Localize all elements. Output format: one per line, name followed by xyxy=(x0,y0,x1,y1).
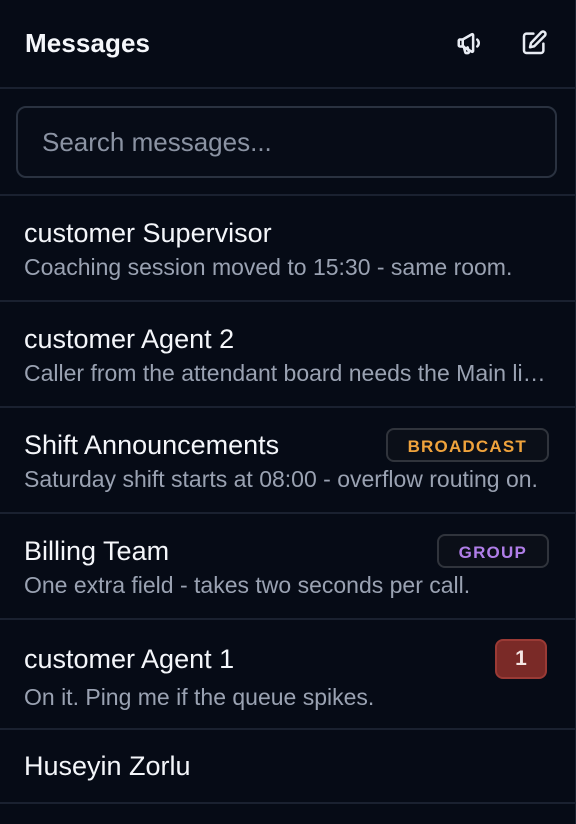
search-input[interactable] xyxy=(16,106,557,178)
conversation-preview: On it. Ping me if the queue spikes. xyxy=(24,684,375,710)
conversation-header: Shift Announcements BROADCAST xyxy=(24,427,549,463)
conversation-item-huseyin-zorlu[interactable]: Huseyin Zorlu xyxy=(0,730,575,804)
conversation-name: Shift Announcements xyxy=(24,429,280,460)
conversation-header: customer Supervisor xyxy=(24,215,549,251)
conversation-item-customer-agent-1[interactable]: customer Agent 1 1 On it. Ping me if the… xyxy=(0,620,575,730)
broadcast-badge: BROADCAST xyxy=(385,428,549,462)
conversation-item-customer-supervisor[interactable]: customer Supervisor Coaching session mov… xyxy=(0,196,575,302)
conversation-header: Billing Team GROUP xyxy=(24,533,549,569)
conversation-header: customer Agent 2 xyxy=(24,321,549,357)
compose-icon xyxy=(522,29,547,54)
conversation-header: Huseyin Zorlu xyxy=(24,748,549,784)
broadcast-button[interactable] xyxy=(453,26,487,60)
conversation-preview: One extra field - takes two seconds per … xyxy=(24,572,471,598)
search-bar xyxy=(0,89,575,196)
group-badge: GROUP xyxy=(436,534,549,568)
megaphone-icon xyxy=(457,32,480,54)
conversation-name: customer Supervisor xyxy=(24,217,272,248)
messages-header: Messages xyxy=(0,0,575,89)
conversation-item-billing-team[interactable]: Billing Team GROUP One extra field - tak… xyxy=(0,514,575,620)
header-actions xyxy=(453,26,551,60)
conversation-header: customer Agent 1 1 xyxy=(24,637,549,681)
conversation-preview: Caller from the attendant board needs th… xyxy=(24,360,549,386)
conversation-name: customer Agent 1 xyxy=(24,643,235,674)
conversation-item-customer-agent-2[interactable]: customer Agent 2 Caller from the attenda… xyxy=(0,302,575,408)
conversation-preview: Saturday shift starts at 08:00 - overflo… xyxy=(24,466,538,492)
page-title: Messages xyxy=(25,28,151,58)
conversation-item-shift-announcements[interactable]: Shift Announcements BROADCAST Saturday s… xyxy=(0,408,575,514)
conversation-preview: Coaching session moved to 15:30 - same r… xyxy=(24,254,513,280)
messages-panel: Messages customer Su xyxy=(0,0,576,824)
conversation-name: customer Agent 2 xyxy=(24,323,235,354)
conversation-name: Billing Team xyxy=(24,535,170,566)
unread-count-badge: 1 xyxy=(495,639,547,679)
conversation-list: customer Supervisor Coaching session mov… xyxy=(0,196,575,804)
conversation-name: Huseyin Zorlu xyxy=(24,750,191,781)
compose-button[interactable] xyxy=(517,26,551,60)
